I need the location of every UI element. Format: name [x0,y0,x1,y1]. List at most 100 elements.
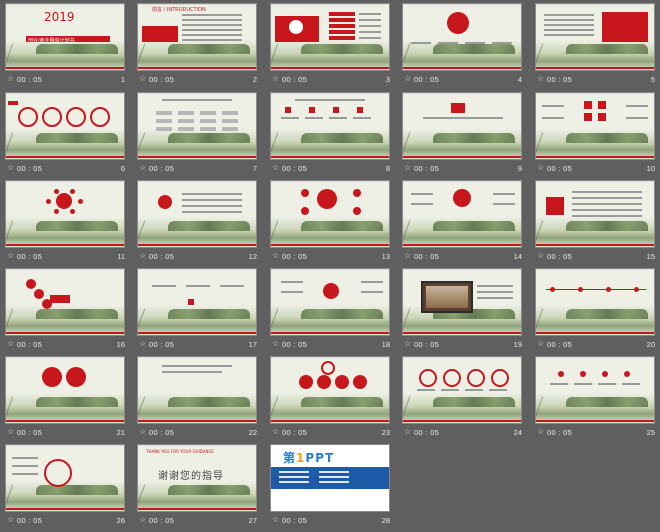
transition-star-icon[interactable]: ☆ [272,427,279,436]
slide-thumbnail-24[interactable]: ☆ 00 : 05 24 [402,356,532,444]
transition-star-icon[interactable]: ☆ [537,251,544,260]
slide-thumbnail-15[interactable]: ☆ 00 : 05 15 [535,180,660,268]
slide-thumbnail-9[interactable]: ☆ 00 : 05 9 [402,92,532,180]
transition-star-icon[interactable]: ☆ [404,163,411,172]
text-line [281,291,303,293]
slide-thumbnail-22[interactable]: ☆ 00 : 05 22 [137,356,267,444]
transition-star-icon[interactable]: ☆ [139,515,146,524]
slide-preview[interactable] [270,356,390,424]
transition-star-icon[interactable]: ☆ [7,515,14,524]
slide-preview[interactable] [137,268,257,336]
slide-thumbnail-12[interactable]: ☆ 00 : 05 12 [137,180,267,268]
transition-star-icon[interactable]: ☆ [537,74,544,83]
slide-preview[interactable] [5,92,125,160]
slide-thumbnail-6[interactable]: ☆ 00 : 05 6 [5,92,135,180]
slide-preview[interactable]: 前言 / INTRODUCTION [137,3,257,71]
slide-bottom-rule [138,508,256,510]
slide-preview[interactable] [5,444,125,512]
transition-star-icon[interactable]: ☆ [139,74,146,83]
slide-thumbnail-21[interactable]: ☆ 00 : 05 21 [5,356,135,444]
transition-star-icon[interactable]: ☆ [7,339,14,348]
agenda-text [359,37,381,39]
slide-top-rule [6,357,124,358]
slide-top-rule [6,181,124,182]
slide-preview[interactable]: THANK YOU FOR YOUR GUIDANCE 谢谢您的指导 [137,444,257,512]
slide-thumbnail-1[interactable]: 2019 创业/商业融资计划书 ☆ 00 : 05 1 [5,3,135,91]
slide-preview[interactable] [5,268,125,336]
slide-preview[interactable] [535,268,655,336]
transition-star-icon[interactable]: ☆ [537,339,544,348]
slide-thumbnail-7[interactable]: ☆ 00 : 05 7 [137,92,267,180]
transition-star-icon[interactable]: ☆ [537,427,544,436]
grid-item [178,111,194,115]
slide-bottom-rule [138,332,256,334]
transition-star-icon[interactable]: ☆ [272,515,279,524]
transition-star-icon[interactable]: ☆ [404,74,411,83]
slide-thumbnail-28[interactable]: 第1PPT ☆ 00 : 05 28 [270,444,400,532]
slide-preview[interactable] [137,92,257,160]
slide-thumbnail-13[interactable]: ☆ 00 : 05 13 [270,180,400,268]
transition-star-icon[interactable]: ☆ [7,427,14,436]
slide-preview[interactable] [5,356,125,424]
slide-thumbnail-25[interactable]: ☆ 00 : 05 25 [535,356,660,444]
slide-thumbnail-2[interactable]: 前言 / INTRODUCTION ☆ 00 : 05 2 [137,3,267,91]
slide-preview[interactable]: 第1PPT [270,444,390,512]
slide-preview[interactable] [270,268,390,336]
agenda-item [329,24,355,28]
slide-preview[interactable] [535,356,655,424]
slide-thumbnail-23[interactable]: ☆ 00 : 05 23 [270,356,400,444]
slide-thumbnail-11[interactable]: ☆ 00 : 05 11 [5,180,135,268]
text-line [598,383,616,385]
transition-star-icon[interactable]: ☆ [404,339,411,348]
slide-thumbnail-5[interactable]: ☆ 00 : 05 5 [535,3,660,91]
slide-thumbnail-10[interactable]: ☆ 00 : 05 10 [535,92,660,180]
slide-bottom-rule [6,420,124,422]
text-line [182,19,242,21]
slide-preview[interactable] [402,3,522,71]
slide-preview[interactable] [137,180,257,248]
slide-preview[interactable] [402,92,522,160]
slide-thumbnail-4[interactable]: ☆ 00 : 05 4 [402,3,532,91]
slide-thumbnail-18[interactable]: ☆ 00 : 05 18 [270,268,400,356]
transition-star-icon[interactable]: ☆ [7,251,14,260]
slide-meta: ☆ 00 : 05 7 [137,161,257,175]
slide-preview[interactable] [270,180,390,248]
slide-thumbnail-26[interactable]: ☆ 00 : 05 26 [5,444,135,532]
slide-thumbnail-27[interactable]: THANK YOU FOR YOUR GUIDANCE 谢谢您的指导 ☆ 00 : 0… [137,444,267,532]
transition-star-icon[interactable]: ☆ [404,427,411,436]
slide-preview[interactable] [535,3,655,71]
step-circle [353,375,367,389]
transition-star-icon[interactable]: ☆ [7,163,14,172]
transition-star-icon[interactable]: ☆ [139,251,146,260]
transition-star-icon[interactable]: ☆ [272,339,279,348]
team-photo [90,107,110,127]
slide-preview[interactable] [402,268,522,336]
slide-thumbnail-8[interactable]: ☆ 00 : 05 8 [270,92,400,180]
transition-star-icon[interactable]: ☆ [139,427,146,436]
transition-star-icon[interactable]: ☆ [404,251,411,260]
transition-star-icon[interactable]: ☆ [272,163,279,172]
slide-preview[interactable] [535,180,655,248]
landscape-trees [36,309,118,319]
transition-star-icon[interactable]: ☆ [7,74,14,83]
transition-star-icon[interactable]: ☆ [272,251,279,260]
slide-thumbnail-3[interactable]: ☆ 00 : 05 3 [270,3,400,91]
slide-preview[interactable]: 2019 创业/商业融资计划书 [5,3,125,71]
slide-thumbnail-17[interactable]: ☆ 00 : 05 17 [137,268,267,356]
slide-preview[interactable] [270,3,390,71]
slide-preview[interactable] [402,180,522,248]
slide-preview[interactable] [402,356,522,424]
slide-thumbnail-20[interactable]: ☆ 00 : 05 20 [535,268,660,356]
transition-star-icon[interactable]: ☆ [139,339,146,348]
transition-star-icon[interactable]: ☆ [139,163,146,172]
slide-meta: ☆ 00 : 05 15 [535,249,655,263]
slide-preview[interactable] [137,356,257,424]
slide-thumbnail-19[interactable]: ☆ 00 : 05 19 [402,268,532,356]
slide-thumbnail-14[interactable]: ☆ 00 : 05 14 [402,180,532,268]
slide-preview[interactable] [270,92,390,160]
slide-thumbnail-16[interactable]: ☆ 00 : 05 16 [5,268,135,356]
slide-preview[interactable] [535,92,655,160]
slide-preview[interactable] [5,180,125,248]
transition-star-icon[interactable]: ☆ [537,163,544,172]
transition-star-icon[interactable]: ☆ [272,74,279,83]
